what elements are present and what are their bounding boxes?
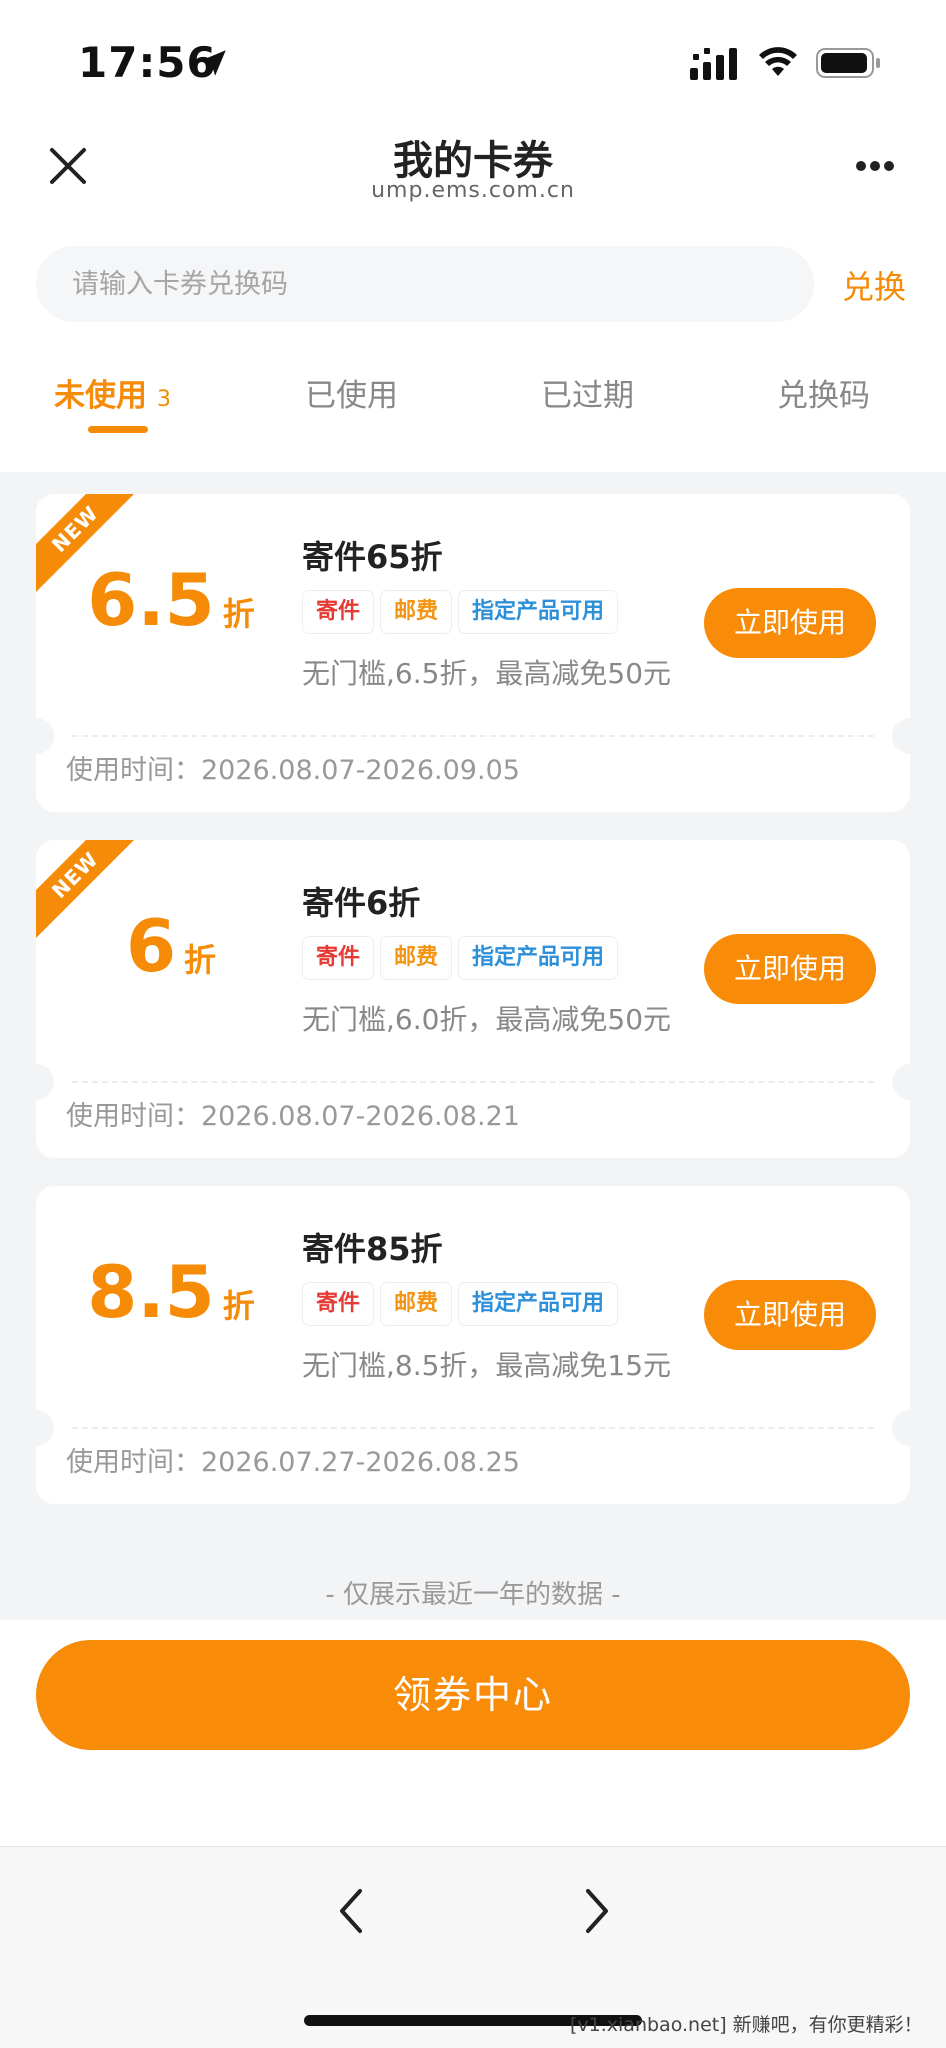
use-now-button[interactable]: 立即使用 bbox=[704, 1280, 876, 1350]
battery-icon bbox=[816, 48, 880, 78]
card-notch bbox=[36, 1064, 54, 1100]
use-now-button[interactable]: 立即使用 bbox=[704, 588, 876, 658]
tab-label: 未使用 bbox=[54, 378, 147, 414]
coupon-title: 寄件6折 bbox=[302, 884, 421, 922]
coupon-title: 寄件85折 bbox=[302, 1230, 443, 1268]
tag-send: 寄件 bbox=[302, 590, 375, 634]
watermark-text: [v1.xianbao.net] 新赚吧，有你更精彩！ bbox=[570, 2014, 923, 2036]
tab-bar: 未使用 3 已使用 已过期 兑换码 bbox=[0, 360, 946, 472]
tag-send: 寄件 bbox=[302, 1282, 375, 1326]
location-arrow-icon bbox=[200, 50, 226, 76]
dashed-divider bbox=[72, 735, 874, 737]
coupon-card: NEW 6.5 折 寄件65折 寄件 邮费 指定产品可用 无门槛,6.5折，最高减免5… bbox=[36, 494, 910, 812]
discount: 6.5 折 bbox=[36, 558, 306, 642]
card-notch bbox=[36, 1410, 54, 1446]
coupon-tags: 寄件 邮费 指定产品可用 bbox=[302, 590, 624, 634]
tag-postage: 邮费 bbox=[380, 1282, 453, 1326]
tab-label: 已使用 bbox=[305, 378, 398, 414]
tab-count-badge: 3 bbox=[157, 387, 171, 412]
discount: 8.5 折 bbox=[36, 1250, 306, 1334]
dashed-divider bbox=[72, 1427, 874, 1429]
coupon-list: NEW 6.5 折 寄件65折 寄件 邮费 指定产品可用 无门槛,6.5折，最高减免5… bbox=[0, 472, 946, 1620]
tab-active-indicator bbox=[88, 426, 148, 433]
validity-period: 使用时间：2026.08.07-2026.08.21 bbox=[66, 1101, 520, 1132]
validity-period: 使用时间：2026.07.27-2026.08.25 bbox=[66, 1447, 520, 1478]
coupon-title: 寄件65折 bbox=[302, 538, 443, 576]
card-notch bbox=[892, 1410, 910, 1446]
tag-specific-products: 指定产品可用 bbox=[458, 936, 619, 980]
discount-value: 6 bbox=[125, 904, 177, 988]
tag-postage: 邮费 bbox=[380, 936, 453, 980]
discount-unit: 折 bbox=[222, 595, 255, 633]
tag-postage: 邮费 bbox=[380, 590, 453, 634]
status-bar: 17:56 bbox=[0, 0, 946, 120]
back-arrow-icon[interactable] bbox=[322, 1881, 382, 1941]
redeem-code-input[interactable] bbox=[36, 246, 814, 322]
tab-expired[interactable]: 已过期 bbox=[541, 370, 634, 415]
coupon-card: 8.5 折 寄件85折 寄件 邮费 指定产品可用 无门槛,8.5折，最高减免15元 立… bbox=[36, 1186, 910, 1504]
tag-send: 寄件 bbox=[302, 936, 375, 980]
coupon-tags: 寄件 邮费 指定产品可用 bbox=[302, 936, 624, 980]
tab-used[interactable]: 已使用 bbox=[305, 370, 398, 415]
tab-label: 已过期 bbox=[541, 378, 634, 414]
discount-unit: 折 bbox=[184, 941, 217, 979]
more-icon[interactable] bbox=[850, 158, 900, 174]
coupon-description: 无门槛,6.0折，最高减免50元 bbox=[302, 1003, 672, 1036]
tab-unused[interactable]: 未使用 3 bbox=[54, 370, 171, 415]
redeem-button[interactable]: 兑换 bbox=[842, 262, 906, 308]
card-notch bbox=[892, 718, 910, 754]
coupon-description: 无门槛,8.5折，最高减免15元 bbox=[302, 1349, 672, 1382]
tab-redeem-codes[interactable]: 兑换码 bbox=[777, 370, 870, 415]
wifi-icon bbox=[759, 47, 797, 76]
page-domain: ump.ems.com.cn bbox=[371, 178, 575, 203]
card-notch bbox=[892, 1064, 910, 1100]
browser-toolbar: [v1.xianbao.net] 新赚吧，有你更精彩！ bbox=[0, 1846, 946, 2048]
bottom-action-area: 领券中心 bbox=[0, 1620, 946, 1846]
tag-specific-products: 指定产品可用 bbox=[458, 1282, 619, 1326]
coupon-tags: 寄件 邮费 指定产品可用 bbox=[302, 1282, 624, 1326]
use-now-button[interactable]: 立即使用 bbox=[704, 934, 876, 1004]
validity-period: 使用时间：2026.08.07-2026.09.05 bbox=[66, 755, 520, 786]
cellular-signal-icon bbox=[690, 48, 737, 80]
discount-value: 8.5 bbox=[87, 1250, 215, 1334]
forward-arrow-icon[interactable] bbox=[566, 1881, 626, 1941]
coupon-center-button[interactable]: 领券中心 bbox=[36, 1640, 910, 1750]
coupon-card: NEW 6折 寄件6折 寄件 邮费 指定产品可用 无门槛,6.0折，最高减免50元 … bbox=[36, 840, 910, 1158]
discount: 6折 bbox=[36, 904, 306, 988]
discount-value: 6.5 bbox=[87, 558, 215, 642]
card-notch bbox=[36, 718, 54, 754]
coupon-description: 无门槛,6.5折，最高减免50元 bbox=[302, 657, 672, 690]
discount-unit: 折 bbox=[222, 1287, 255, 1325]
footer-note: - 仅展示最近一年的数据 - bbox=[325, 1580, 621, 1610]
tag-specific-products: 指定产品可用 bbox=[458, 590, 619, 634]
tab-label: 兑换码 bbox=[777, 378, 870, 414]
dashed-divider bbox=[72, 1081, 874, 1083]
